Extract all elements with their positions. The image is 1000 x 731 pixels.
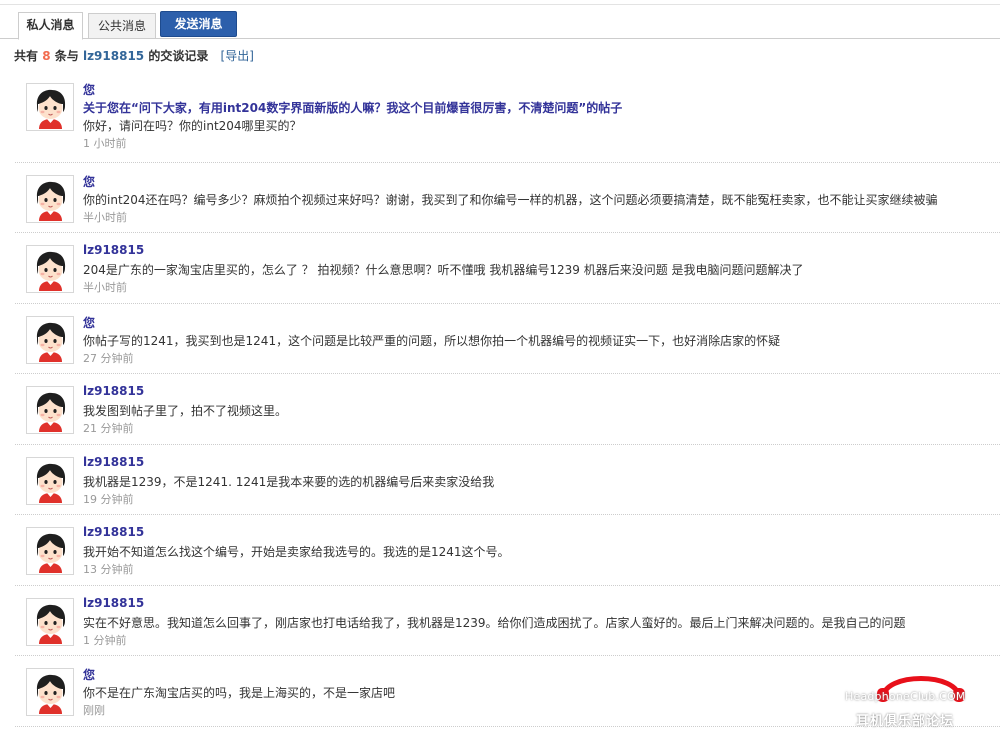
avatar[interactable] (26, 457, 74, 505)
message-text: 你的int204还在吗？编号多少？麻烦拍个视频过来好吗？谢谢，我买到了和你编号一… (83, 193, 938, 207)
avatar[interactable] (26, 386, 74, 434)
summary-prefix: 共有 (14, 49, 39, 63)
message-sender[interactable]: lz918815 (83, 525, 144, 539)
tab-private-messages[interactable]: 私人消息 (18, 12, 83, 40)
top-border (0, 0, 1000, 5)
message-sender[interactable]: lz918815 (83, 243, 144, 257)
message-timestamp: 27 分钟前 (83, 352, 134, 365)
avatar[interactable] (26, 527, 74, 575)
message-sender[interactable]: 您 (83, 666, 95, 683)
avatar[interactable] (26, 668, 74, 716)
message-item: lz918815 204是广东的一家淘宝店里买的，怎么了 ？ 拍视频？什么意思啊？… (15, 233, 1000, 304)
message-item: lz918815 我发图到帖子里了，拍不了视频这里。 21 分钟前 (15, 374, 1000, 445)
message-sender[interactable]: lz918815 (83, 455, 144, 469)
message-text: 我开始不知道怎么找这个编号，开始是卖家给我选号的。我选的是1241这个号。 (83, 545, 510, 559)
message-subject[interactable]: 关于您在“问下大家，有用int204数字界面新版的人嘛？我这个目前爆音很厉害，不… (83, 99, 622, 116)
message-text: 你好，请问在吗？你的int204哪里买的？ (83, 119, 302, 133)
message-count: 8 (42, 49, 51, 63)
message-text: 你帖子写的1241，我买到也是1241，这个问题是比较严重的问题，所以想你拍一个… (83, 334, 781, 348)
message-text: 我发图到帖子里了，拍不了视频这里。 (83, 404, 288, 418)
conversation-summary: 共有 8 条与 lz918815 的交谈记录 [导出] (14, 47, 254, 65)
message-sender[interactable]: 您 (83, 314, 95, 331)
avatar[interactable] (26, 598, 74, 646)
conversation-partner[interactable]: lz918815 (83, 49, 144, 63)
watermark-chinese: 耳机俱乐部论坛 (856, 714, 955, 729)
avatar[interactable] (26, 83, 74, 131)
avatar[interactable] (26, 175, 74, 223)
tab-public-messages[interactable]: 公共消息 (88, 13, 156, 39)
message-timestamp: 半小时前 (83, 211, 127, 224)
message-item: 您你的int204还在吗？编号多少？麻烦拍个视频过来好吗？谢谢，我买到了和你编号… (15, 163, 1000, 233)
message-text: 我机器是1239，不是1241. 1241是我本来要的选的机器编号后来卖家没给我 (83, 475, 495, 489)
message-timestamp: 13 分钟前 (83, 563, 134, 576)
message-sender[interactable]: lz918815 (83, 596, 144, 610)
message-timestamp: 19 分钟前 (83, 493, 134, 506)
message-item: lz918815 实在不好意思。我知道怎么回事了，刚店家也打电话给我了，我机器是1… (15, 586, 1000, 656)
watermark-english: HeadphoneClub.COM (845, 690, 966, 703)
site-watermark: HeadphoneClub.COM 耳机俱乐部论坛 (845, 664, 995, 729)
summary-middle: 条与 (54, 49, 79, 63)
send-message-button[interactable]: 发送消息 (160, 11, 237, 37)
avatar[interactable] (26, 245, 74, 293)
message-text: 204是广东的一家淘宝店里买的，怎么了 ？ 拍视频？什么意思啊？听不懂哦 我机器… (83, 263, 804, 277)
message-sender[interactable]: 您 (83, 81, 95, 98)
message-item: 您关于您在“问下大家，有用int204数字界面新版的人嘛？我这个目前爆音很厉害，… (15, 71, 1000, 163)
message-timestamp: 21 分钟前 (83, 422, 134, 435)
message-item: lz918815 我开始不知道怎么找这个编号，开始是卖家给我选号的。我选的是124… (15, 515, 1000, 586)
message-list: 您关于您在“问下大家，有用int204数字界面新版的人嘛？我这个目前爆音很厉害，… (15, 71, 1000, 727)
message-timestamp: 半小时前 (83, 281, 127, 294)
export-link[interactable]: [导出] (221, 49, 254, 63)
message-sender[interactable]: 您 (83, 173, 95, 190)
message-text: 你不是在广东淘宝店买的吗，我是上海买的，不是一家店吧 (83, 686, 396, 700)
message-sender[interactable]: lz918815 (83, 384, 144, 398)
message-timestamp: 刚刚 (83, 704, 105, 717)
avatar[interactable] (26, 316, 74, 364)
message-item: 您你帖子写的1241，我买到也是1241，这个问题是比较严重的问题，所以想你拍一… (15, 304, 1000, 374)
message-text: 实在不好意思。我知道怎么回事了，刚店家也打电话给我了，我机器是1239。给你们造… (83, 616, 906, 630)
message-timestamp: 1 小时前 (83, 137, 127, 150)
message-tabs: 私人消息 公共消息 发送消息 (0, 6, 1000, 40)
message-item: lz918815 我机器是1239，不是1241. 1241是我本来要的选的机器编… (15, 445, 1000, 515)
message-timestamp: 1 分钟前 (83, 634, 127, 647)
summary-suffix: 的交谈记录 (148, 49, 209, 63)
